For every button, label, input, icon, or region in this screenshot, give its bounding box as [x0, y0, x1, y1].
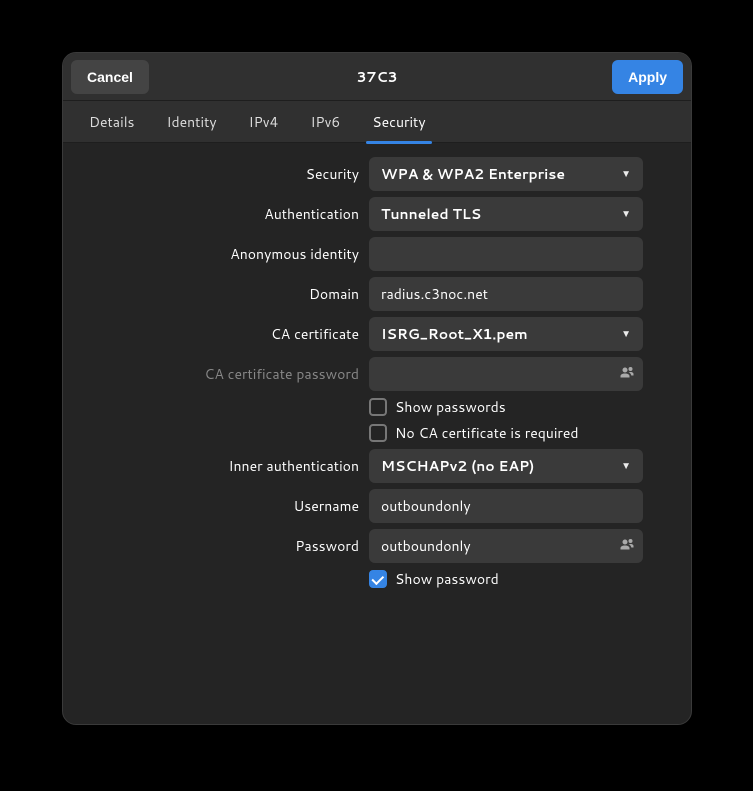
security-form: Security WPA & WPA2 Enterprise ▼ Authent…	[63, 143, 691, 724]
tab-bar: Details Identity IPv4 IPv6 Security	[63, 101, 691, 143]
tab-security[interactable]: Security	[358, 102, 439, 142]
chevron-down-icon: ▼	[621, 459, 631, 473]
chevron-down-icon: ▼	[621, 167, 631, 181]
password-input[interactable]	[369, 529, 643, 563]
ca-certificate-select[interactable]: ISRG_Root_X1.pem ▼	[369, 317, 643, 351]
authentication-label: Authentication	[83, 204, 359, 224]
inner-authentication-select[interactable]: MSCHAPv2 (no EAP) ▼	[369, 449, 643, 483]
dialog-title: 37C3	[63, 67, 691, 87]
no-ca-required-checkbox[interactable]	[369, 424, 387, 442]
tab-details[interactable]: Details	[75, 102, 149, 142]
security-value: WPA & WPA2 Enterprise	[381, 164, 565, 184]
inner-authentication-label: Inner authentication	[83, 456, 359, 476]
show-passwords-label[interactable]: Show passwords	[395, 397, 506, 417]
security-label: Security	[83, 164, 359, 184]
show-password-checkbox[interactable]	[369, 570, 387, 588]
ca-certificate-label: CA certificate	[83, 324, 359, 344]
chevron-down-icon: ▼	[621, 207, 631, 221]
tab-identity[interactable]: Identity	[153, 102, 231, 142]
dialog-header: Cancel 37C3 Apply	[63, 53, 691, 101]
username-input[interactable]	[369, 489, 643, 523]
username-label: Username	[83, 496, 359, 516]
domain-label: Domain	[83, 284, 359, 304]
show-password-label[interactable]: Show password	[395, 569, 499, 589]
anonymous-identity-label: Anonymous identity	[83, 244, 359, 264]
tab-ipv6[interactable]: IPv6	[296, 102, 354, 142]
security-select[interactable]: WPA & WPA2 Enterprise ▼	[369, 157, 643, 191]
ca-certificate-password-input	[369, 357, 643, 391]
no-ca-required-label[interactable]: No CA certificate is required	[395, 423, 579, 443]
authentication-select[interactable]: Tunneled TLS ▼	[369, 197, 643, 231]
ca-certificate-value: ISRG_Root_X1.pem	[381, 324, 528, 344]
ca-certificate-password-label: CA certificate password	[83, 364, 359, 384]
anonymous-identity-input[interactable]	[369, 237, 643, 271]
inner-authentication-value: MSCHAPv2 (no EAP)	[381, 456, 534, 476]
tab-ipv4[interactable]: IPv4	[235, 102, 293, 142]
password-label: Password	[83, 536, 359, 556]
chevron-down-icon: ▼	[621, 327, 631, 341]
network-settings-dialog: Cancel 37C3 Apply Details Identity IPv4 …	[62, 52, 692, 725]
domain-input[interactable]	[369, 277, 643, 311]
show-passwords-checkbox[interactable]	[369, 398, 387, 416]
cancel-button[interactable]: Cancel	[71, 60, 149, 94]
authentication-value: Tunneled TLS	[381, 204, 481, 224]
apply-button[interactable]: Apply	[612, 60, 683, 94]
